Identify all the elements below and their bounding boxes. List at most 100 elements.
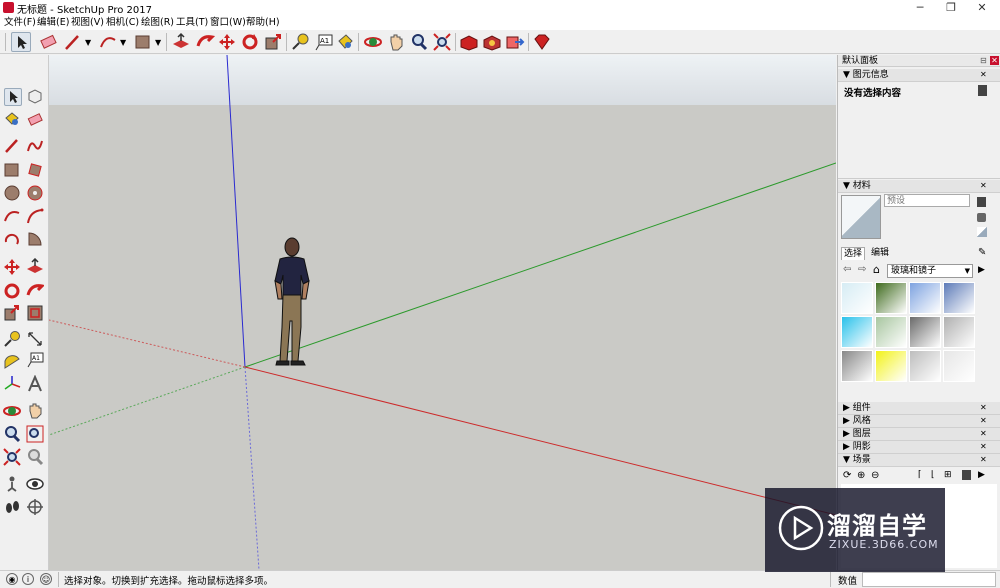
- library-details-icon[interactable]: ▶: [978, 265, 985, 275]
- follow-me-icon[interactable]: [26, 282, 46, 300]
- freehand-icon[interactable]: [26, 137, 44, 155]
- layers-header[interactable]: ▶ 图层: [838, 428, 1000, 441]
- move-tool-icon[interactable]: [217, 32, 237, 52]
- shadows-close-icon[interactable]: ✕: [980, 442, 987, 451]
- menu-file[interactable]: 文件(F): [4, 16, 36, 30]
- shadows-header[interactable]: ▶ 阴影: [838, 441, 1000, 454]
- styles-header[interactable]: ▶ 风格: [838, 415, 1000, 428]
- tape-measure-icon[interactable]: [3, 330, 21, 348]
- material-swatch[interactable]: [943, 350, 975, 382]
- zoom-window-icon[interactable]: [26, 425, 44, 443]
- tray-close-icon[interactable]: ✕: [990, 56, 999, 65]
- eyedropper-icon[interactable]: ✎: [978, 247, 986, 258]
- update-scene-icon[interactable]: ⟳: [843, 470, 851, 481]
- scenes-close-icon[interactable]: ✕: [980, 455, 987, 464]
- three-point-arc-icon[interactable]: [3, 230, 21, 248]
- menu-camera[interactable]: 相机(C): [106, 16, 139, 30]
- tray-pin-icon[interactable]: ⊟: [980, 56, 987, 65]
- menu-view[interactable]: 视图(V): [71, 16, 104, 30]
- orbit-icon[interactable]: [3, 402, 21, 420]
- material-swatch[interactable]: [943, 282, 975, 314]
- material-name-field[interactable]: [884, 194, 970, 207]
- measurements-input[interactable]: [862, 572, 996, 587]
- extension-ruby-icon[interactable]: [532, 32, 552, 52]
- text-icon[interactable]: A1: [26, 351, 44, 369]
- sample-paint-icon[interactable]: [977, 227, 987, 237]
- material-swatch[interactable]: [909, 350, 941, 382]
- materials-tab-select[interactable]: 选择: [841, 247, 865, 260]
- material-swatch[interactable]: [875, 282, 907, 314]
- circle-icon[interactable]: [3, 184, 21, 202]
- entity-info-header[interactable]: ▼ 图元信息: [838, 69, 1000, 82]
- modeling-viewport[interactable]: [49, 55, 836, 570]
- components-close-icon[interactable]: ✕: [980, 403, 987, 412]
- share-model-icon[interactable]: [505, 32, 525, 52]
- walk-icon[interactable]: [3, 498, 21, 516]
- menu-edit[interactable]: 编辑(E): [37, 16, 69, 30]
- maximize-button[interactable]: ❐: [936, 0, 966, 16]
- push-pull-tool-icon[interactable]: [171, 32, 191, 52]
- paint-bucket-tool-icon[interactable]: [335, 32, 355, 52]
- credits-icon[interactable]: i: [22, 573, 34, 585]
- scale-icon[interactable]: [3, 304, 21, 322]
- material-swatch[interactable]: [875, 350, 907, 382]
- arc-dropdown-arrow-icon[interactable]: ▼: [120, 38, 126, 47]
- polygon-icon[interactable]: [26, 184, 44, 202]
- rectangle-icon[interactable]: [3, 161, 21, 179]
- remove-scene-icon[interactable]: ⊖: [871, 470, 879, 481]
- scene-details-icon[interactable]: [962, 470, 971, 480]
- close-button[interactable]: ✕: [967, 0, 997, 16]
- rotated-rectangle-icon[interactable]: [26, 161, 44, 179]
- material-library-select[interactable]: 玻璃和镜子 ▼: [887, 264, 973, 278]
- offset-icon[interactable]: [26, 304, 44, 322]
- dimension-icon[interactable]: [26, 330, 44, 348]
- material-swatch[interactable]: [909, 316, 941, 348]
- push-pull-icon[interactable]: [26, 257, 44, 276]
- material-swatch[interactable]: [841, 350, 873, 382]
- home-icon[interactable]: ⌂: [873, 263, 880, 276]
- look-around-icon[interactable]: [26, 475, 44, 493]
- shape-dropdown-arrow-icon[interactable]: ▼: [155, 38, 161, 47]
- components-header[interactable]: ▶ 组件: [838, 402, 1000, 415]
- extension-warehouse-icon[interactable]: [482, 32, 502, 52]
- arc-icon[interactable]: [3, 207, 21, 225]
- scale-tool-icon[interactable]: [263, 32, 283, 52]
- entity-info-close-icon[interactable]: ✕: [980, 70, 987, 79]
- zoom-extents-tool-icon[interactable]: [432, 32, 452, 52]
- default-material-icon[interactable]: [977, 213, 986, 222]
- move-scene-down-icon[interactable]: ⌊: [931, 470, 935, 480]
- pan-tool-icon[interactable]: [386, 32, 406, 52]
- eraser-icon[interactable]: [26, 110, 44, 128]
- forward-arrow-icon[interactable]: ⇨: [858, 264, 866, 275]
- zoom-extents-icon[interactable]: [3, 448, 21, 466]
- select-tool-icon[interactable]: [11, 32, 31, 52]
- axes-icon[interactable]: [3, 375, 21, 393]
- rectangle-tool-icon[interactable]: [133, 32, 153, 52]
- section-plane-icon[interactable]: [26, 498, 44, 516]
- back-arrow-icon[interactable]: ⇦: [843, 264, 851, 275]
- select-tool-icon[interactable]: [4, 88, 22, 106]
- styles-close-icon[interactable]: ✕: [980, 416, 987, 425]
- rotate-tool-icon[interactable]: [240, 32, 260, 52]
- add-scene-icon[interactable]: ⊕: [857, 470, 865, 481]
- entity-info-detail-icon[interactable]: [978, 85, 987, 96]
- material-swatch[interactable]: [875, 316, 907, 348]
- arc-tool-icon[interactable]: [98, 32, 118, 52]
- pie-icon[interactable]: [26, 230, 44, 248]
- material-swatch[interactable]: [841, 316, 873, 348]
- make-component-icon[interactable]: [26, 87, 44, 105]
- two-point-arc-icon[interactable]: [26, 207, 44, 225]
- follow-me-tool-icon[interactable]: [195, 32, 216, 52]
- previous-view-icon[interactable]: [26, 448, 44, 466]
- menu-draw[interactable]: 绘图(R): [141, 16, 174, 30]
- 3d-text-icon[interactable]: [26, 374, 44, 393]
- move-icon[interactable]: [3, 258, 21, 276]
- layers-close-icon[interactable]: ✕: [980, 429, 987, 438]
- position-camera-icon[interactable]: [3, 475, 21, 493]
- rotate-icon[interactable]: [3, 282, 21, 300]
- zoom-icon[interactable]: [3, 425, 21, 443]
- tape-measure-tool-icon[interactable]: [290, 32, 310, 52]
- geolocation-icon[interactable]: ◉: [6, 573, 18, 585]
- menu-window[interactable]: 窗口(W): [210, 16, 246, 30]
- menu-help[interactable]: 帮助(H): [246, 16, 280, 30]
